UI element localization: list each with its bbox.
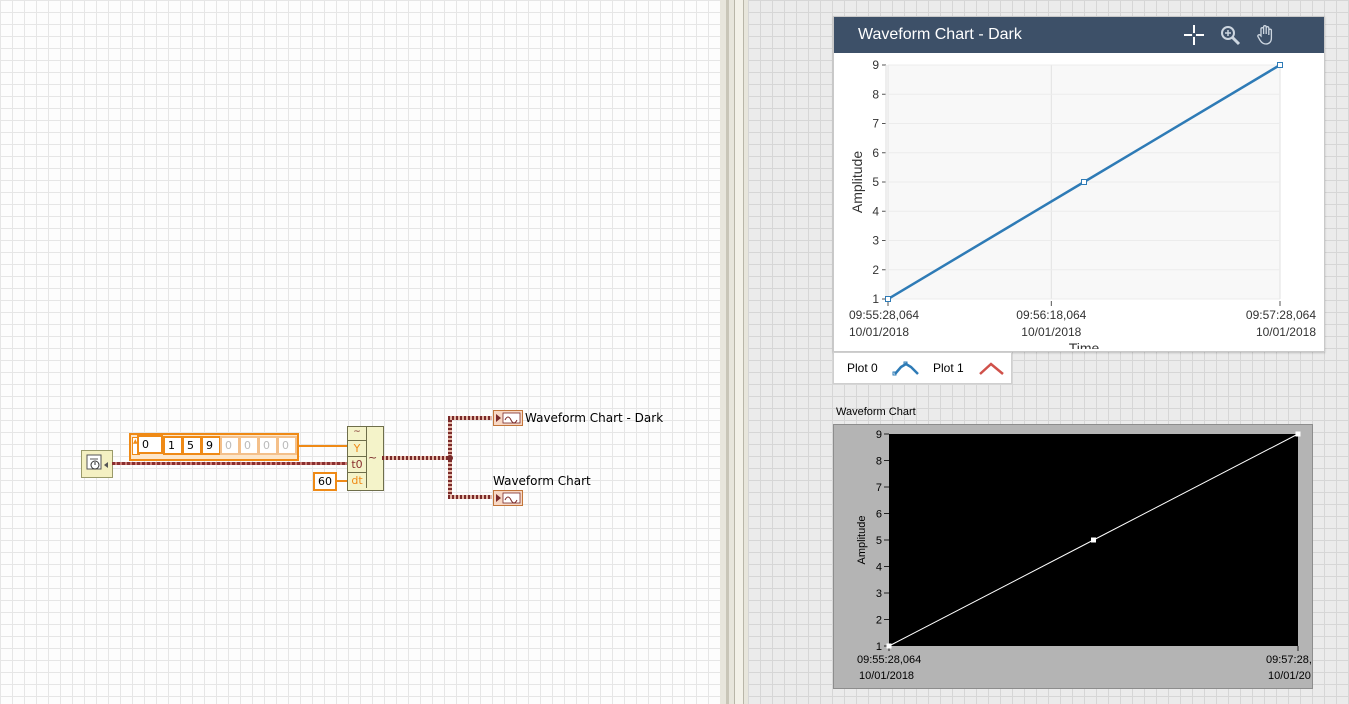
array-index[interactable]: 0 [137, 435, 163, 454]
waveform-terminal-icon [496, 412, 521, 424]
array-element[interactable]: 5 [182, 436, 202, 455]
wire-array [298, 445, 348, 447]
x-tick-label: 10/01/2018 [1256, 325, 1316, 339]
y-tick-label: 4 [876, 562, 882, 574]
terminal-y[interactable]: Y [348, 441, 367, 457]
y-tick-label: 2 [872, 263, 879, 277]
data-point [886, 643, 892, 649]
y-tick-label: 8 [876, 456, 882, 468]
y-tick-label: 3 [872, 234, 879, 248]
x-tick-label: 09:57:28, [1266, 654, 1312, 666]
waveform-chart-label: Waveform Chart [493, 474, 591, 488]
data-point [885, 296, 891, 302]
y-tick-label: 1 [876, 641, 882, 653]
wire-waveform-dark [448, 416, 492, 420]
y-tick-label: 6 [872, 146, 879, 160]
array-element[interactable]: 9 [201, 436, 221, 455]
pane-splitter[interactable] [720, 0, 748, 704]
splitter-bar [726, 0, 729, 704]
waveform-output-icon: ~ [368, 451, 378, 464]
array-element-empty[interactable]: 0 [277, 436, 297, 455]
waveform-terminal-icon [496, 492, 521, 504]
array-element[interactable]: 1 [163, 436, 183, 455]
chart-title-bar: Waveform Chart - Dark [834, 17, 1324, 53]
chart-title: Waveform Chart - Dark [858, 26, 1022, 43]
chart-plot-area[interactable]: 1 2 3 4 5 6 7 8 9 Amplitude 09:55:28,064 10/01/2018… [834, 425, 1312, 688]
y-tick-label: 9 [876, 429, 882, 441]
y-tick-label: 4 [872, 204, 879, 218]
y-tick-label: 5 [876, 535, 882, 547]
x-tick-label: 09:57:28,064 [1246, 308, 1316, 322]
chart-plot-area[interactable]: 1 2 3 4 5 6 7 8 9 Amplitude 09:55:28,064 10/01/2018… [834, 53, 1324, 349]
x-tick-label: 10/01/20 [1268, 670, 1311, 682]
get-date-time-node[interactable] [81, 450, 113, 478]
chart-legend[interactable]: Plot 0 Plot 1 [833, 352, 1012, 384]
build-waveform-node[interactable]: ~ Y t0 dt ~ [347, 426, 384, 491]
x-tick-label: 10/01/2018 [849, 325, 909, 339]
x-tick-label: 09:55:28,064 [849, 308, 919, 322]
x-tick-label: 09:56:18,064 [1016, 308, 1086, 322]
waveform-chart-label: Waveform Chart [836, 406, 916, 418]
terminal-t0[interactable]: t0 [348, 457, 367, 473]
zoom-icon[interactable] [1218, 23, 1242, 47]
data-point [1081, 179, 1087, 185]
x-tick-label: 10/01/2018 [859, 670, 914, 682]
array-element-empty[interactable]: 0 [258, 436, 278, 455]
crosshair-icon[interactable] [1182, 23, 1206, 47]
terminal-dt[interactable]: dt [348, 473, 367, 488]
splitter-handle[interactable] [734, 0, 744, 704]
x-tick-label: 10/01/2018 [1021, 325, 1081, 339]
data-point [1091, 537, 1096, 543]
waveform-chart-dark-terminal[interactable] [493, 410, 523, 426]
array-element-empty[interactable]: 0 [220, 436, 240, 455]
waveform-chart-dark[interactable]: Waveform Chart - Dark 1 2 3 4 5 6 7 8 9 Amplitude… [833, 16, 1325, 352]
data-point [1277, 62, 1283, 68]
y-tick-label: 1 [872, 292, 879, 306]
legend-plot-1-label[interactable]: Plot 1 [933, 361, 964, 375]
y-tick-label: 9 [872, 58, 879, 72]
y-tick-label: 8 [872, 87, 879, 101]
waveform-chart-classic[interactable]: 1 2 3 4 5 6 7 8 9 Amplitude 09:55:28,064 10/01/2018… [833, 424, 1313, 689]
waveform-chart-dark-label: Waveform Chart - Dark [525, 411, 664, 425]
dt-constant[interactable]: 60 [313, 472, 337, 491]
y-tick-label: 6 [876, 509, 882, 521]
y-tick-label: 7 [876, 482, 882, 494]
waveform-icon: ~ [348, 427, 367, 441]
y-tick-label: 7 [872, 117, 879, 131]
y-axis-label: Amplitude [849, 151, 865, 213]
x-axis-label: Time [1069, 340, 1100, 349]
wire-waveform-out [382, 456, 450, 460]
waveform-chart-terminal[interactable] [493, 490, 523, 506]
legend-plot-0-swatch[interactable] [892, 358, 922, 378]
y-tick-label: 3 [876, 588, 882, 600]
pan-hand-icon[interactable] [1254, 23, 1278, 47]
y-tick-label: 5 [872, 175, 879, 189]
y-axis-label: Amplitude [856, 516, 868, 565]
clock-calendar-icon [86, 454, 108, 470]
legend-plot-1-swatch[interactable] [977, 358, 1007, 378]
legend-plot-0-label[interactable]: Plot 0 [847, 361, 878, 375]
array-element-empty[interactable]: 0 [239, 436, 259, 455]
x-tick-label: 09:55:28,064 [857, 654, 921, 666]
wire-timestamp [112, 462, 348, 465]
data-point [1295, 431, 1301, 437]
block-diagram-pane[interactable]: ▲▼ 0 1 5 9 0 0 0 0 60 ~ Y t0 dt ~ Wavefo… [0, 0, 720, 704]
wire-junction [447, 455, 453, 461]
wire-waveform-classic [448, 495, 492, 499]
y-tick-label: 2 [876, 615, 882, 627]
